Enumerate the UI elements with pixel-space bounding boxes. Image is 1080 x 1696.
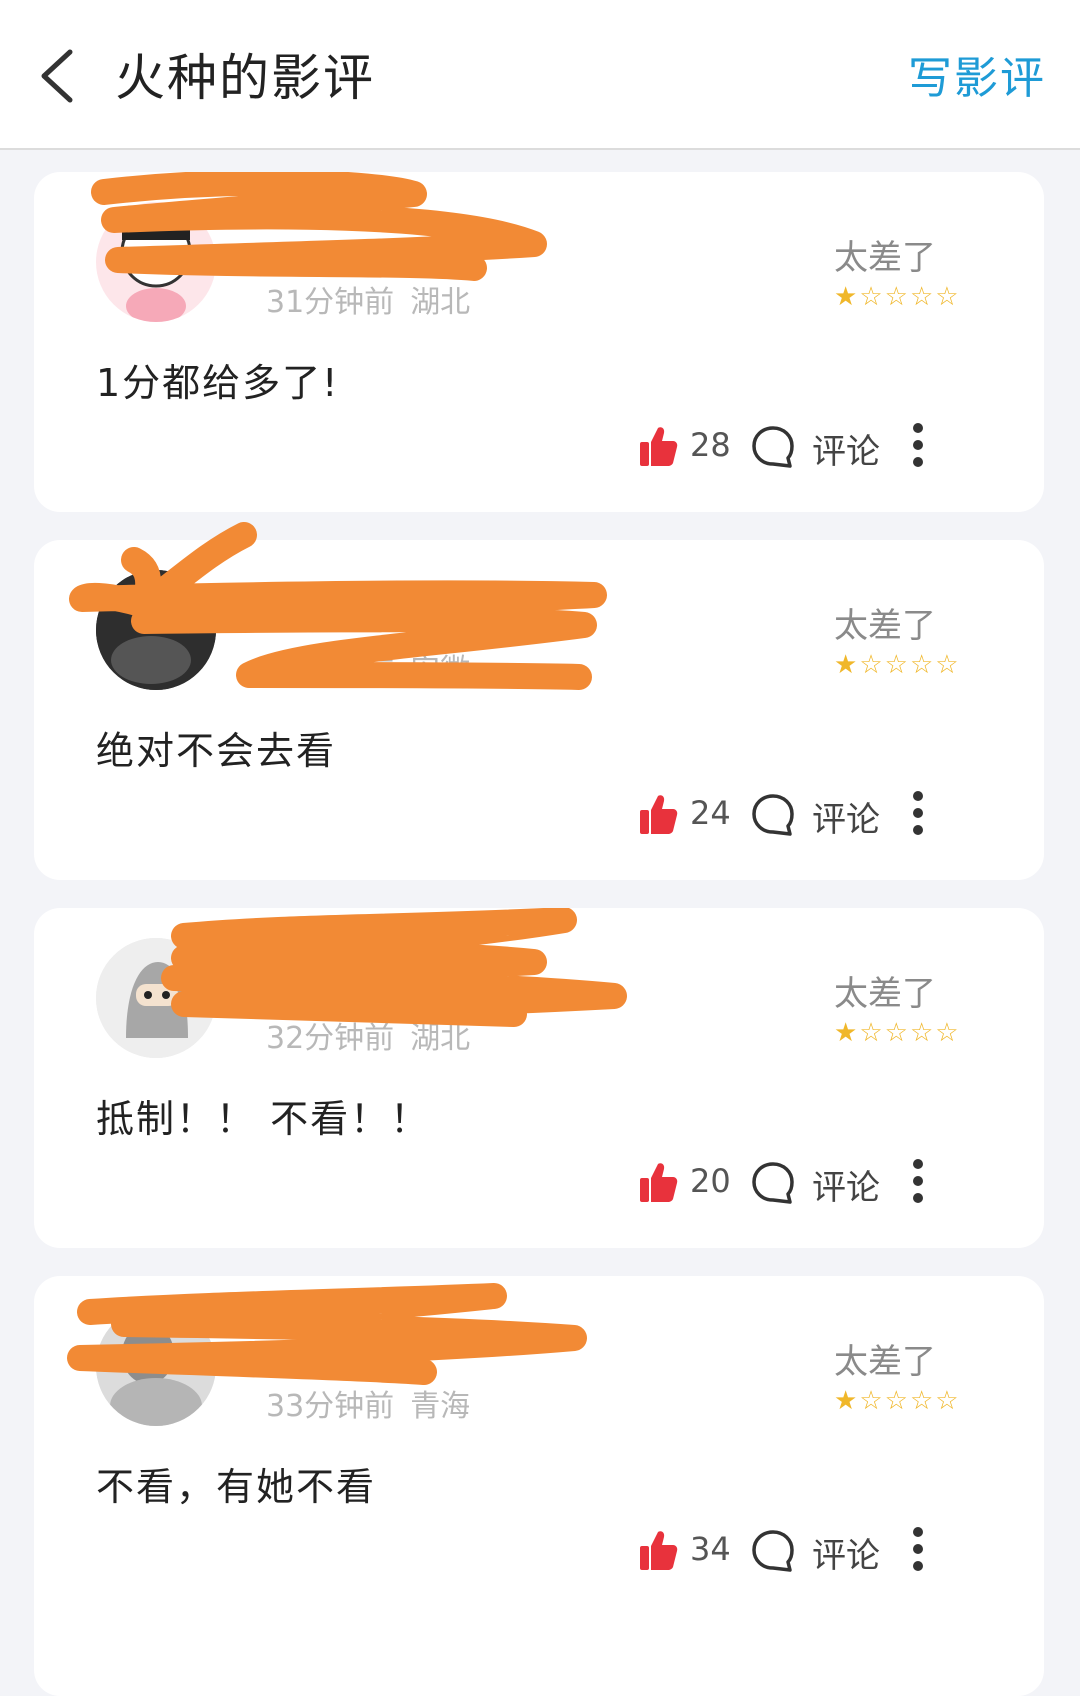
review-actions: 28 评论 xyxy=(34,418,1044,488)
review-card: 31分钟前 湖北 太差了 ★☆☆☆☆ 1分都给多了! 28 评论 xyxy=(34,172,1044,512)
review-card: 33分钟前 青海 太差了 ★☆☆☆☆ 不看，有她不看 34 评论 xyxy=(34,1276,1044,1696)
review-card: 32分钟前 安徽 太差了 ★☆☆☆☆ 绝对不会去看 24 评论 xyxy=(34,522,1044,880)
thumbs-up-icon[interactable] xyxy=(638,424,678,468)
review-actions: 34 评论 xyxy=(34,1522,1044,1592)
avatar[interactable] xyxy=(96,570,216,690)
comment-button[interactable]: 评论 xyxy=(812,1528,880,1577)
review-time: 32分钟前 xyxy=(266,653,395,688)
avatar[interactable] xyxy=(96,938,216,1058)
star-rating: ★☆☆☆☆ xyxy=(834,1018,961,1048)
back-button[interactable] xyxy=(30,40,100,110)
comment-button[interactable]: 评论 xyxy=(812,424,880,473)
star-filled-icon: ★ xyxy=(834,1386,858,1416)
rating-label: 太差了 xyxy=(834,974,936,1014)
star-rating: ★☆☆☆☆ xyxy=(834,1386,961,1416)
star-empty-icon: ☆ xyxy=(935,1018,959,1048)
star-empty-icon: ☆ xyxy=(909,282,934,312)
thumbs-up-icon[interactable] xyxy=(638,792,678,836)
star-empty-icon: ☆ xyxy=(935,282,959,312)
review-actions: 24 评论 xyxy=(34,786,1044,856)
star-empty-icon: ☆ xyxy=(935,650,959,680)
star-empty-icon: ☆ xyxy=(884,650,908,680)
comment-icon[interactable] xyxy=(750,424,796,470)
comment-icon[interactable] xyxy=(750,1160,796,1206)
star-empty-icon: ☆ xyxy=(859,1386,883,1416)
like-count: 20 xyxy=(690,1162,731,1200)
star-empty-icon: ☆ xyxy=(859,650,883,680)
like-count: 34 xyxy=(690,1530,731,1568)
thumbs-up-icon[interactable] xyxy=(638,1528,678,1572)
review-text: 不看，有她不看 xyxy=(96,1465,377,1509)
star-empty-icon: ☆ xyxy=(909,650,934,680)
review-actions: 20 评论 xyxy=(34,1154,1044,1224)
rating-label: 太差了 xyxy=(834,606,936,646)
more-vertical-icon[interactable] xyxy=(910,788,926,838)
review-time: 32分钟前 xyxy=(266,1021,395,1056)
comment-button[interactable]: 评论 xyxy=(812,1160,880,1209)
more-vertical-icon[interactable] xyxy=(910,420,926,470)
comment-button[interactable]: 评论 xyxy=(812,792,880,841)
write-review-button[interactable]: 写影评 xyxy=(908,42,1046,106)
review-location: 湖北 xyxy=(410,1021,471,1056)
comment-icon[interactable] xyxy=(750,792,796,838)
review-meta: 33分钟前 青海 xyxy=(266,1381,470,1425)
star-empty-icon: ☆ xyxy=(935,1386,959,1416)
review-text: 绝对不会去看 xyxy=(96,729,337,773)
review-meta: 31分钟前 湖北 xyxy=(266,277,470,321)
rating-label: 太差了 xyxy=(834,1342,936,1382)
star-empty-icon: ☆ xyxy=(859,1018,883,1048)
star-empty-icon: ☆ xyxy=(884,1018,908,1048)
star-rating: ★☆☆☆☆ xyxy=(834,282,961,312)
review-text: 1分都给多了! xyxy=(96,361,340,405)
star-rating: ★☆☆☆☆ xyxy=(834,650,961,680)
review-location: 湖北 xyxy=(410,285,471,320)
star-filled-icon: ★ xyxy=(834,650,858,680)
more-vertical-icon[interactable] xyxy=(910,1524,926,1574)
star-empty-icon: ☆ xyxy=(884,1386,908,1416)
review-time: 33分钟前 xyxy=(266,1389,395,1424)
top-bar: 火种的影评 写影评 xyxy=(0,0,1080,150)
comment-icon[interactable] xyxy=(750,1528,796,1574)
review-time: 31分钟前 xyxy=(266,285,395,320)
thumbs-up-icon[interactable] xyxy=(638,1160,678,1204)
chevron-left-icon xyxy=(41,49,73,103)
avatar[interactable] xyxy=(96,202,216,322)
review-card: 32分钟前 湖北 太差了 ★☆☆☆☆ 抵制！！ 不看！！ 20 评论 xyxy=(34,908,1044,1248)
rating-label: 太差了 xyxy=(834,238,936,278)
page-title: 火种的影评 xyxy=(115,49,375,107)
star-empty-icon: ☆ xyxy=(859,282,883,312)
star-filled-icon: ★ xyxy=(834,282,858,312)
more-vertical-icon[interactable] xyxy=(910,1156,926,1206)
avatar[interactable] xyxy=(96,1306,216,1426)
review-location: 安徽 xyxy=(410,653,471,688)
review-location: 青海 xyxy=(410,1389,471,1424)
like-count: 24 xyxy=(690,794,731,832)
review-meta: 32分钟前 湖北 xyxy=(266,1013,470,1057)
star-filled-icon: ★ xyxy=(834,1018,858,1048)
star-empty-icon: ☆ xyxy=(909,1386,934,1416)
star-empty-icon: ☆ xyxy=(909,1018,934,1048)
review-meta: 32分钟前 安徽 xyxy=(266,645,470,689)
star-empty-icon: ☆ xyxy=(884,282,908,312)
review-text: 抵制！！ 不看！！ xyxy=(96,1097,431,1141)
like-count: 28 xyxy=(690,426,731,464)
